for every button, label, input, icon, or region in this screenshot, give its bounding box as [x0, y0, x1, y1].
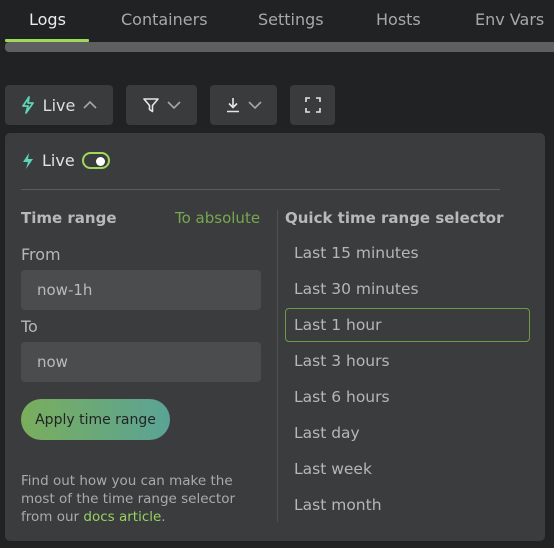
tab-env-vars[interactable]: Env Vars: [475, 10, 544, 29]
lightning-icon: [21, 96, 34, 114]
download-icon: [226, 98, 239, 113]
time-range-panel: Live Time range To absolute From To Appl…: [5, 133, 545, 541]
column-divider: [277, 210, 278, 522]
time-range-title: Time range: [21, 209, 117, 227]
quick-selector-title: Quick time range selector: [285, 209, 504, 227]
fullscreen-icon: [304, 97, 321, 113]
live-label: Live: [42, 151, 75, 170]
chevron-down-icon: [247, 101, 262, 110]
quick-range-item[interactable]: Last 30 minutes: [285, 272, 530, 306]
filter-dropdown-button[interactable]: [126, 85, 197, 125]
help-text: Find out how you can make the most of th…: [21, 472, 261, 526]
quick-range-item[interactable]: Last week: [285, 452, 530, 486]
quick-range-item[interactable]: Last day: [285, 416, 530, 450]
tab-containers[interactable]: Containers: [121, 10, 208, 29]
help-text-suffix: .: [161, 509, 166, 525]
quick-range-item[interactable]: Last 6 hours: [285, 380, 530, 414]
quick-range-item[interactable]: Last 3 hours: [285, 344, 530, 378]
filter-icon: [142, 98, 159, 113]
quick-range-item[interactable]: Last 15 minutes: [285, 236, 530, 270]
live-toggle[interactable]: [81, 152, 110, 169]
docs-article-link[interactable]: docs article: [83, 509, 161, 525]
to-absolute-link[interactable]: To absolute: [175, 209, 260, 227]
to-input[interactable]: [21, 342, 261, 382]
divider: [21, 189, 500, 190]
quick-range-item-selected[interactable]: Last 1 hour: [285, 308, 530, 342]
tab-logs[interactable]: Logs: [29, 10, 66, 29]
chevron-down-icon: [166, 101, 181, 110]
toggle-knob: [95, 156, 105, 166]
chevron-up-icon: [83, 100, 97, 109]
fullscreen-button[interactable]: [290, 85, 335, 125]
to-label: To: [21, 317, 38, 336]
tab-scrollbar[interactable]: [5, 42, 554, 52]
quick-range-item[interactable]: Last month: [285, 488, 530, 522]
lightning-icon: [23, 152, 33, 169]
download-dropdown-button[interactable]: [210, 85, 277, 125]
live-dropdown-button[interactable]: Live: [5, 85, 113, 125]
from-input[interactable]: [21, 270, 261, 310]
tab-settings[interactable]: Settings: [258, 10, 324, 29]
tab-bar: Logs Containers Settings Hosts Env Vars: [0, 0, 554, 42]
apply-time-range-button[interactable]: Apply time range: [21, 399, 170, 440]
live-button-label: Live: [42, 95, 76, 115]
tab-hosts[interactable]: Hosts: [376, 10, 421, 29]
quick-range-list: Last 15 minutes Last 30 minutes Last 1 h…: [285, 236, 530, 524]
live-toggle-row: Live: [21, 151, 110, 170]
from-label: From: [21, 245, 61, 264]
